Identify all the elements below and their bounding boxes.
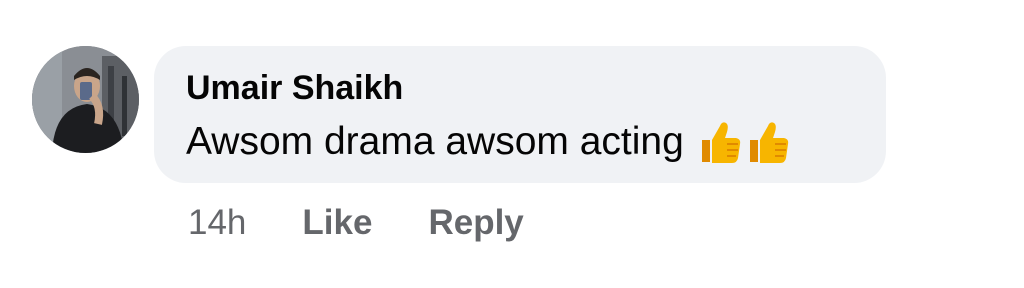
comment-body: Awsom drama awsom acting xyxy=(186,118,794,166)
emoji-group xyxy=(698,118,794,166)
comment-actions: 14h Like Reply xyxy=(188,200,580,246)
thumbs-up-icon xyxy=(701,122,740,163)
avatar[interactable] xyxy=(32,46,139,153)
comment-text: Awsom drama awsom acting xyxy=(186,120,684,163)
comment-bubble: Umair Shaikh Awsom drama awsom acting xyxy=(154,46,886,183)
reply-button[interactable]: Reply xyxy=(428,203,523,243)
profile-photo xyxy=(32,46,139,153)
author-name[interactable]: Umair Shaikh xyxy=(186,68,403,108)
timestamp[interactable]: 14h xyxy=(188,203,246,243)
like-button[interactable]: Like xyxy=(302,203,372,243)
comment: Umair Shaikh Awsom drama awsom acting 14… xyxy=(0,0,1024,288)
thumbs-up-icon xyxy=(749,122,788,163)
